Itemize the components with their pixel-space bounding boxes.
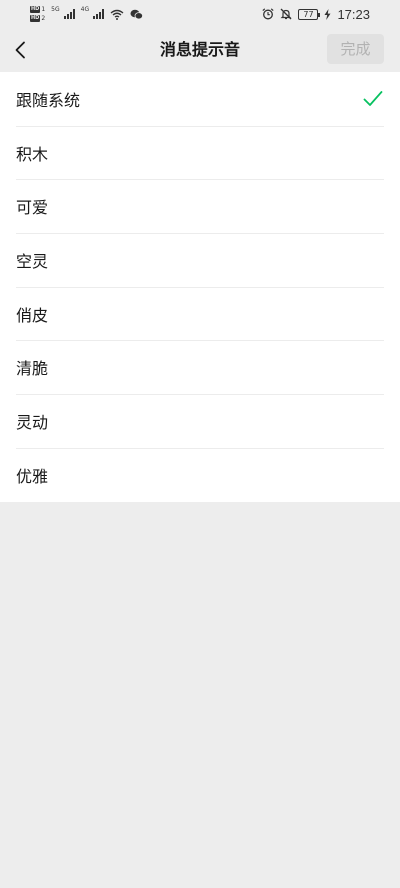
sound-option[interactable]: 灵动: [0, 394, 400, 448]
status-time: 17:23: [337, 6, 370, 22]
status-bar-right: 77 17:23: [262, 2, 370, 26]
sound-option[interactable]: 清脆: [0, 340, 400, 394]
hd-sim-badge-icon: HD 2: [30, 15, 45, 22]
hd-sim-badge-icon: HD 1: [30, 6, 45, 13]
sound-option-label: 清脆: [16, 359, 49, 379]
sim2-hd-badge: HD: [30, 15, 41, 22]
sound-option-label: 空灵: [16, 251, 49, 271]
mute-icon: [280, 8, 292, 20]
sim-badges: HD 1 HD 2: [30, 6, 45, 22]
signal-icon: [93, 9, 105, 19]
sound-option-label: 俏皮: [16, 305, 49, 325]
signal-icon: [63, 9, 75, 19]
sound-option-label: 积木: [16, 144, 49, 164]
wechat-icon: [130, 9, 144, 19]
sound-list: 跟随系统 积木 可爱 空灵 俏皮 清脆 灵动 优雅: [0, 72, 400, 502]
sound-option[interactable]: 优雅: [0, 447, 400, 502]
battery-level: 77: [303, 9, 314, 19]
sound-option[interactable]: 跟随系统: [0, 72, 400, 126]
sound-option[interactable]: 积木: [0, 125, 400, 180]
charging-icon: [324, 8, 331, 20]
checkmark-icon: [363, 90, 383, 106]
alarm-icon: [262, 8, 275, 20]
sim1-number: 1: [41, 6, 46, 13]
sim2-network-type: 4G: [80, 5, 90, 13]
sound-option[interactable]: 可爱: [0, 179, 400, 233]
sim2-number: 2: [41, 15, 46, 22]
sound-option-label: 优雅: [16, 466, 49, 486]
sound-option-label: 可爱: [16, 198, 49, 218]
status-bar-left: HD 1 HD 2 5G 4G: [30, 2, 144, 26]
sound-option-label: 灵动: [16, 412, 49, 432]
sound-option[interactable]: 空灵: [0, 233, 400, 287]
nav-bar: 消息提示音 完成: [0, 28, 400, 72]
sim1-network-type: 5G: [51, 5, 60, 13]
sound-option-label: 跟随系统: [16, 90, 81, 110]
status-bar: HD 1 HD 2 5G 4G 77 17:23: [0, 0, 400, 28]
battery-icon: 77: [298, 8, 321, 20]
sound-option[interactable]: 俏皮: [0, 286, 400, 341]
wifi-icon: [110, 9, 124, 20]
done-button[interactable]: 完成: [327, 34, 384, 64]
sim1-hd-badge: HD: [30, 6, 41, 13]
